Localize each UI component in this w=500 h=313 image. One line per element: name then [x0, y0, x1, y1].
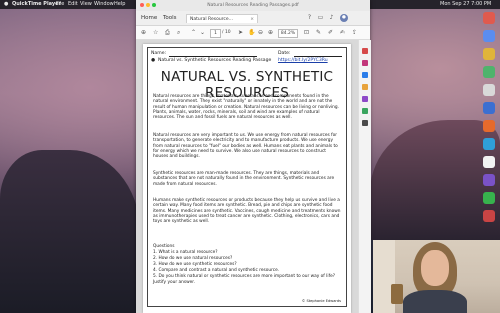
tab-home[interactable]: Home — [141, 13, 157, 23]
paragraph-2: Natural resources are very important to … — [153, 133, 338, 160]
combine-files-icon[interactable] — [362, 96, 368, 102]
webcam-overlay — [373, 240, 500, 313]
page-total: / 10 — [222, 30, 231, 35]
share-icon[interactable]: ⇪ — [352, 29, 357, 36]
menu-app-name[interactable]: QuickTime Player — [12, 0, 61, 9]
tab-document[interactable]: Natural Resource... × — [186, 14, 258, 23]
help-icon[interactable]: ? — [306, 14, 313, 21]
menu-help[interactable]: Help — [114, 0, 125, 9]
page-border: Name: Date: ● Natural vs. Synthetic Reso… — [147, 47, 347, 307]
window-title: Natural Resources Reading Passages.pdf — [207, 3, 299, 8]
question-4: 4. Compare and contrast a natural and sy… — [153, 268, 280, 273]
previous-page-icon[interactable]: ⌃ — [191, 29, 196, 36]
pdf-window: Natural Resources Reading Passages.pdf H… — [136, 0, 371, 313]
webcam-background-object — [391, 284, 403, 304]
questions-heading: Questions — [153, 244, 175, 249]
create-pdf-icon[interactable] — [362, 72, 368, 78]
question-5-continued: Justify your answer. — [153, 280, 195, 285]
close-tab-icon[interactable]: × — [250, 15, 254, 24]
desktop-icons — [478, 10, 500, 238]
minimize-window-button[interactable] — [146, 3, 150, 7]
chat-icon[interactable]: ▭ — [317, 14, 324, 21]
select-tool-icon[interactable]: ➤ — [238, 29, 243, 36]
apple-icon[interactable]: ● — [4, 0, 8, 9]
paragraph-3: Synthetic resources are man-made resourc… — [153, 171, 335, 187]
print-icon[interactable]: ⎙ — [165, 29, 170, 36]
app-icon[interactable] — [483, 30, 495, 42]
app-icon[interactable] — [483, 84, 495, 96]
comment-icon[interactable]: ✎ — [316, 29, 321, 36]
passage-subtitle: Natural vs. Synthetic Resources Reading … — [158, 58, 272, 63]
zoom-in-icon[interactable]: ⊕ — [268, 29, 273, 36]
passage-link[interactable]: https://bit.ly/2PYC3Ru — [278, 58, 328, 63]
export-pdf-icon[interactable] — [362, 48, 368, 54]
paragraph-1: Natural resources are things, materials,… — [153, 94, 339, 121]
hand-tool-icon[interactable]: ✋ — [248, 29, 255, 36]
app-icon[interactable] — [483, 12, 495, 24]
app-icon[interactable] — [483, 210, 495, 222]
question-5: 5. Do you think natural or synthetic res… — [153, 274, 336, 279]
search-icon[interactable]: ⌕ — [177, 29, 180, 36]
next-page-icon[interactable]: ⌄ — [200, 29, 205, 36]
app-icon[interactable] — [483, 102, 495, 114]
document-canvas[interactable]: Name: Date: ● Natural vs. Synthetic Reso… — [136, 40, 358, 313]
date-label: Date: — [278, 51, 291, 56]
app-icon[interactable] — [483, 48, 495, 60]
app-icon[interactable] — [483, 138, 495, 150]
menu-edit[interactable]: Edit — [68, 0, 78, 9]
zoom-level-select[interactable]: 84.2% — [278, 29, 298, 38]
menu-view[interactable]: View — [80, 0, 92, 9]
copyright-text: © Stephanie Edwards — [301, 299, 341, 303]
zoom-window-button[interactable] — [152, 3, 156, 7]
close-window-button[interactable] — [140, 3, 144, 7]
menu-file[interactable]: File — [56, 0, 64, 9]
bullet-icon: ● — [151, 58, 156, 63]
app-icon[interactable] — [483, 156, 495, 168]
paragraph-4: Humans make synthetic resources or produ… — [153, 198, 341, 225]
question-2: 2. How do we use natural resources? — [153, 256, 233, 261]
question-1: 1. What is a natural resource? — [153, 250, 218, 255]
question-3: 3. How do we use synthetic resources? — [153, 262, 237, 267]
page-number-input[interactable]: 1 — [210, 29, 221, 38]
pdf-toolbar: ⊕ ☆ ⎙ ⌕ ⌃ ⌄ 1 / 10 ➤ ✋ ⊖ ⊕ 84.2% ⊡ ✎ ✐ ✍… — [136, 26, 370, 40]
app-icon[interactable] — [483, 120, 495, 132]
app-icon[interactable] — [483, 192, 495, 204]
more-tools-icon[interactable] — [362, 120, 368, 126]
menu-window[interactable]: Window — [94, 0, 114, 9]
comment-tool-icon[interactable] — [362, 84, 368, 90]
menu-clock[interactable]: Mon Sep 27 7:00 PM — [440, 0, 491, 9]
sign-icon[interactable]: ✍ — [340, 29, 345, 36]
bookmark-icon[interactable]: ☆ — [153, 29, 158, 36]
account-avatar[interactable]: ● — [340, 14, 348, 22]
app-icon[interactable] — [483, 66, 495, 78]
name-label: Name: — [151, 51, 167, 56]
organize-pages-icon[interactable] — [362, 108, 368, 114]
fit-page-icon[interactable]: ⊡ — [304, 29, 309, 36]
pdf-page: Name: Date: ● Natural vs. Synthetic Reso… — [143, 44, 351, 313]
tools-sidebar — [358, 40, 371, 313]
webcam-shirt — [403, 290, 467, 313]
name-line — [169, 56, 257, 57]
date-line — [294, 56, 342, 57]
window-titlebar: Natural Resources Reading Passages.pdf — [136, 0, 370, 11]
notifications-icon[interactable]: ♪ — [328, 14, 335, 21]
app-icon[interactable] — [483, 174, 495, 186]
top-tab-bar: Home Tools Natural Resource... × ? ▭ ♪ ● — [136, 11, 370, 26]
create-icon[interactable]: ⊕ — [141, 29, 146, 36]
document-tab-label: Natural Resource... — [190, 17, 233, 22]
zoom-out-icon[interactable]: ⊖ — [258, 29, 263, 36]
edit-pdf-icon[interactable] — [362, 60, 368, 66]
tab-tools[interactable]: Tools — [163, 13, 177, 23]
highlight-icon[interactable]: ✐ — [328, 29, 333, 36]
webcam-face — [421, 250, 449, 286]
